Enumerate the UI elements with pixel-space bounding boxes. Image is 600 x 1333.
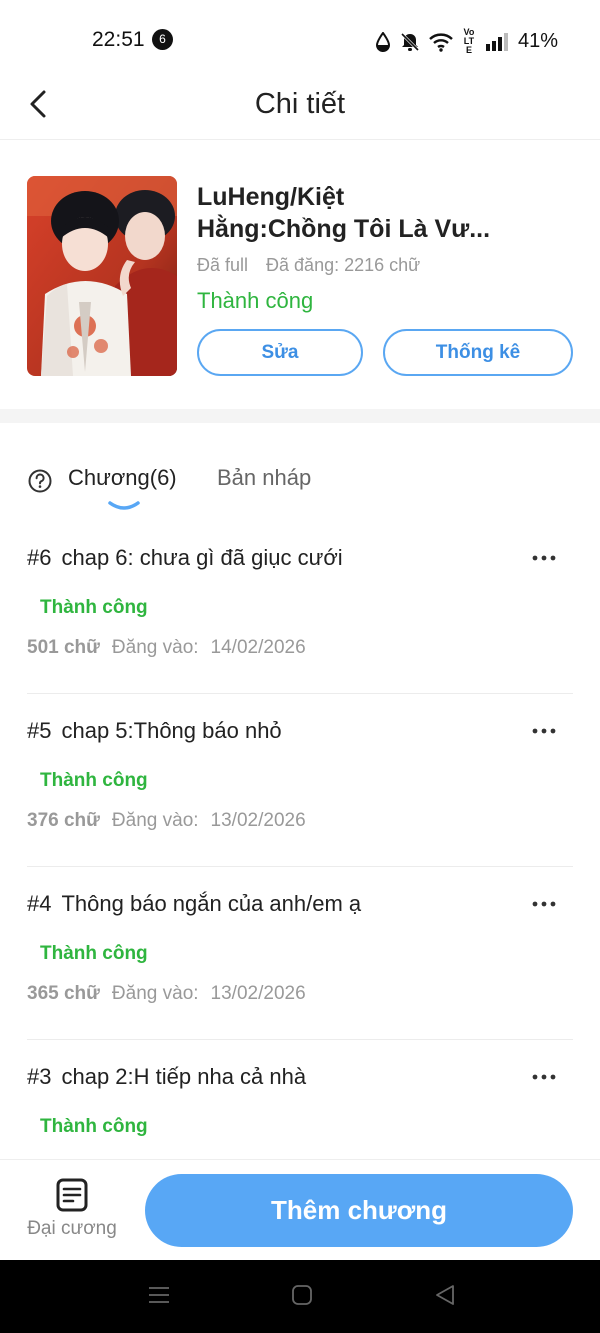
more-horizontal-icon (532, 1074, 556, 1080)
chapter-meta: 501 chữ Đăng vào: 14/02/2026 (27, 637, 306, 659)
app-header: Chi tiết (0, 68, 600, 140)
book-title: LuHeng/Kiệt Hằng:Chồng Tôi Là Vư... (197, 181, 577, 245)
wifi-icon (429, 32, 453, 52)
chapter-posted-label: Đăng vào: (111, 637, 199, 658)
chapter-more-button[interactable] (529, 889, 559, 919)
notification-count-badge: 6 (152, 29, 173, 50)
add-chapter-button[interactable]: Thêm chương (145, 1174, 573, 1247)
chapter-item[interactable]: #3 chap 2:H tiếp nha cả nhà Thành công (27, 1040, 573, 1159)
chapter-status: Thành công (40, 597, 148, 618)
tab-chapters[interactable]: Chương(6) (68, 465, 177, 491)
document-icon (56, 1178, 88, 1212)
chapter-status: Thành công (40, 1116, 148, 1137)
chapter-item[interactable]: #5 chap 5:Thông báo nhỏ Thành công 376 ch… (27, 694, 573, 867)
active-tab-indicator (108, 501, 140, 510)
signal-icon (485, 32, 508, 51)
chapter-number: #6 (27, 545, 52, 570)
chapter-title: #3 chap 2:H tiếp nha cả nhà (27, 1064, 306, 1090)
chapter-date: 14/02/2026 (210, 637, 306, 658)
chapter-word-count: 501 chữ (27, 637, 100, 658)
chapter-title: #5 chap 5:Thông báo nhỏ (27, 718, 282, 744)
book-completion: Đã full (197, 255, 249, 275)
more-horizontal-icon (532, 728, 556, 734)
more-horizontal-icon (532, 555, 556, 561)
chapter-word-count: 365 chữ (27, 983, 100, 1004)
page-title: Chi tiết (254, 88, 346, 120)
chapter-posted-label: Đăng vào: (111, 810, 199, 831)
battery-level: 41% (517, 30, 558, 52)
chapter-number: #3 (27, 1064, 52, 1089)
recent-apps-icon[interactable] (147, 1283, 171, 1307)
book-status: Thành công (197, 288, 314, 313)
cover-illustration (27, 176, 177, 376)
chapter-date: 13/02/2026 (210, 810, 306, 831)
chapter-more-button[interactable] (529, 1062, 559, 1092)
outline-button[interactable]: Đại cương (24, 1178, 120, 1240)
book-meta: Đã full Đã đăng: 2216 chữ (197, 255, 420, 276)
chapter-name: Thông báo ngắn của anh/em ạ (61, 891, 362, 916)
help-icon[interactable] (27, 468, 53, 494)
bell-muted-icon (400, 32, 420, 51)
tab-drafts[interactable]: Bản nháp (217, 465, 311, 491)
chapter-date: 13/02/2026 (210, 983, 306, 1004)
volte-indicator: Vo LTE (463, 27, 475, 55)
book-cover-image[interactable] (27, 176, 177, 376)
chapter-tabs: Chương(6) Bản nháp (0, 455, 600, 515)
back-triangle-icon[interactable] (433, 1283, 457, 1307)
book-word-count: Đã đăng: 2216 chữ (266, 255, 421, 275)
status-icons: Vo LTE 41% (375, 28, 558, 55)
book-title-line-2: Hằng:Chồng Tôi Là Vư... (197, 215, 491, 243)
chapter-number: #4 (27, 891, 52, 916)
chapter-item[interactable]: #4 Thông báo ngắn của anh/em ạ Thành công… (27, 867, 573, 1040)
chapter-list: #6 chap 6: chưa gì đã giục cưới Thành côn… (0, 521, 600, 1159)
chapter-number: #5 (27, 718, 52, 743)
status-time: 22:51 (92, 28, 145, 51)
edit-button[interactable]: Sửa (197, 329, 363, 376)
outline-label: Đại cương (27, 1218, 117, 1239)
chapter-meta: 365 chữ Đăng vào: 13/02/2026 (27, 983, 306, 1005)
home-icon[interactable] (290, 1283, 314, 1307)
system-navigation-bar (0, 1260, 600, 1333)
chapter-title: #4 Thông báo ngắn của anh/em ạ (27, 891, 361, 917)
chapter-status: Thành công (40, 770, 148, 791)
book-title-line-1: LuHeng/Kiệt (197, 183, 345, 211)
data-saver-icon (375, 31, 390, 52)
chapter-item[interactable]: #6 chap 6: chưa gì đã giục cưới Thành côn… (27, 521, 573, 694)
section-divider (0, 409, 600, 423)
chapter-more-button[interactable] (529, 543, 559, 573)
chapter-posted-label: Đăng vào: (111, 983, 199, 1004)
chapter-word-count: 376 chữ (27, 810, 100, 831)
chapter-name: chap 6: chưa gì đã giục cưới (61, 545, 343, 570)
more-horizontal-icon (532, 901, 556, 907)
chapter-more-button[interactable] (529, 716, 559, 746)
bottom-action-bar: Đại cương Thêm chương (0, 1159, 600, 1260)
chapter-status: Thành công (40, 943, 148, 964)
chapter-title: #6 chap 6: chưa gì đã giục cưới (27, 545, 343, 571)
book-info-card: LuHeng/Kiệt Hằng:Chồng Tôi Là Vư... Đã f… (0, 141, 600, 409)
chapter-name: chap 5:Thông báo nhỏ (61, 718, 282, 743)
statistics-button[interactable]: Thống kê (383, 329, 573, 376)
chapter-meta: 376 chữ Đăng vào: 13/02/2026 (27, 810, 306, 832)
chapter-name: chap 2:H tiếp nha cả nhà (61, 1064, 307, 1089)
